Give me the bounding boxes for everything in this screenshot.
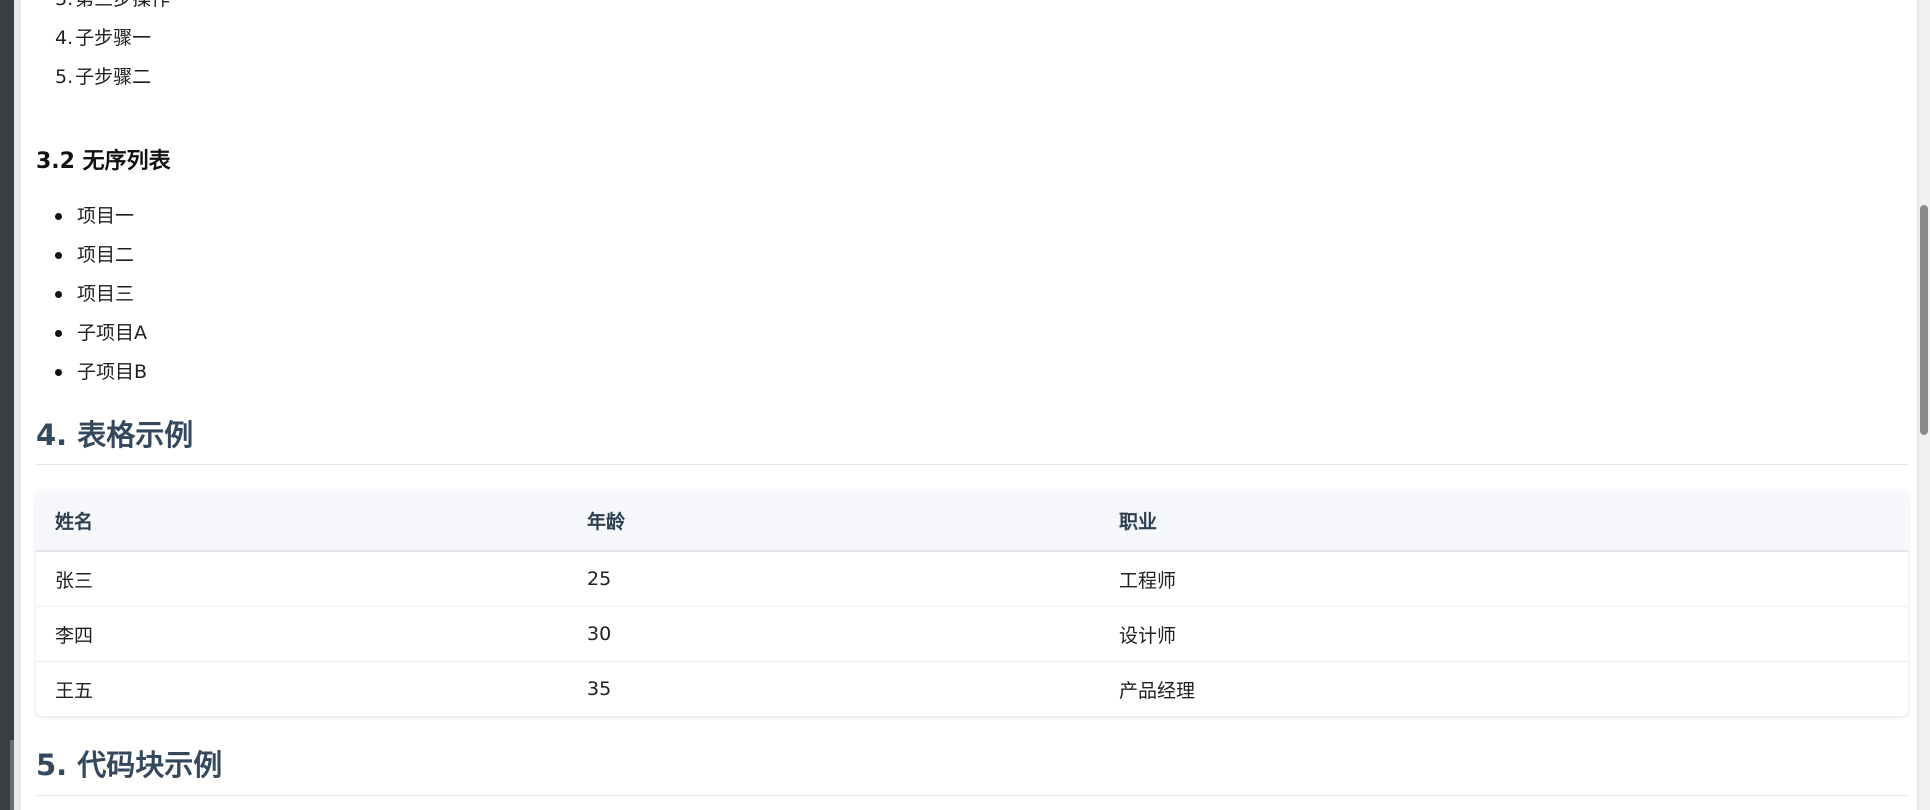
scrollbar-thumb[interactable] [1920, 205, 1928, 435]
table-cell: 产品经理 [1119, 679, 1196, 702]
section-heading-5: 5. 代码块示例 [36, 748, 223, 782]
list-item: 4. 子步骤一 [36, 19, 170, 58]
table-cell: 工程师 [1100, 551, 1908, 607]
table-cell: 35 [587, 678, 612, 700]
vertical-scrollbar[interactable] [1917, 0, 1930, 810]
document-viewer: 3.第三步操作 4.子步骤一 5.子步骤二 3.2 无序列表 项目一 项目二 项… [0, 0, 1930, 810]
list-item-text: 子项目A [77, 322, 147, 344]
section-heading-3-2: 3.2 无序列表 [36, 149, 171, 174]
table-cell: 张三 [36, 551, 568, 607]
bullet-icon [55, 291, 62, 298]
section-divider [36, 464, 1908, 465]
list-item: 项目三 [36, 275, 147, 314]
table-row: 李四 30 设计师 [36, 606, 1908, 662]
list-item-text: 项目二 [77, 244, 135, 266]
list-item-text: 项目三 [77, 283, 135, 305]
column-header-name: 姓名 [36, 490, 568, 552]
list-item-text: 子步骤一 [75, 27, 152, 49]
table-row: 张三 25 工程师 [36, 551, 1908, 607]
table-cell: 设计师 [1100, 606, 1908, 662]
bullet-icon [55, 330, 62, 337]
list-item: 3.第三步操作 [36, 0, 170, 19]
list-item: 项目一 [36, 197, 147, 236]
list-item: 项目二 [36, 236, 147, 275]
section-heading-4: 4. 表格示例 [36, 418, 194, 452]
list-item-number: 5. [55, 66, 74, 88]
section-divider [36, 795, 1908, 796]
bullet-icon [55, 369, 62, 376]
list-item-text: 项目一 [77, 205, 135, 227]
data-table: 姓名 年龄 职业 张三 25 工程师 李四 30 设计师 王五 35 产品经理 [36, 490, 1908, 716]
bullet-icon [55, 252, 62, 259]
list-item-text: 第三步操作 [75, 0, 170, 10]
table-cell: 李四 [36, 606, 568, 662]
unordered-list: 项目一 项目二 项目三 子项目A 子项目B [36, 197, 147, 392]
list-item-text: 子步骤二 [75, 66, 152, 88]
table-cell: 王五 [55, 679, 94, 702]
bullet-icon [55, 213, 62, 220]
column-header-occupation: 职业 [1100, 490, 1908, 552]
list-item: 子项目A [36, 314, 147, 353]
table-header-row: 姓名 年龄 职业 [36, 490, 1908, 552]
left-panel-edge [0, 0, 14, 810]
list-item: 5. 子步骤二 [36, 58, 170, 97]
ordered-list: 3.第三步操作 4.子步骤一 5.子步骤二 [36, 0, 170, 97]
list-item-number: 3. [55, 0, 73, 10]
table-cell: 30 [568, 606, 1100, 662]
list-item-number: 4. [55, 27, 74, 49]
list-item: 子项目B [36, 353, 147, 392]
table-row: 王五 35 产品经理 [36, 662, 1908, 717]
list-item-text: 子项目B [77, 361, 148, 383]
table-cell: 25 [568, 551, 1100, 607]
column-header-age: 年龄 [568, 490, 1100, 552]
content-left-border [14, 0, 21, 810]
